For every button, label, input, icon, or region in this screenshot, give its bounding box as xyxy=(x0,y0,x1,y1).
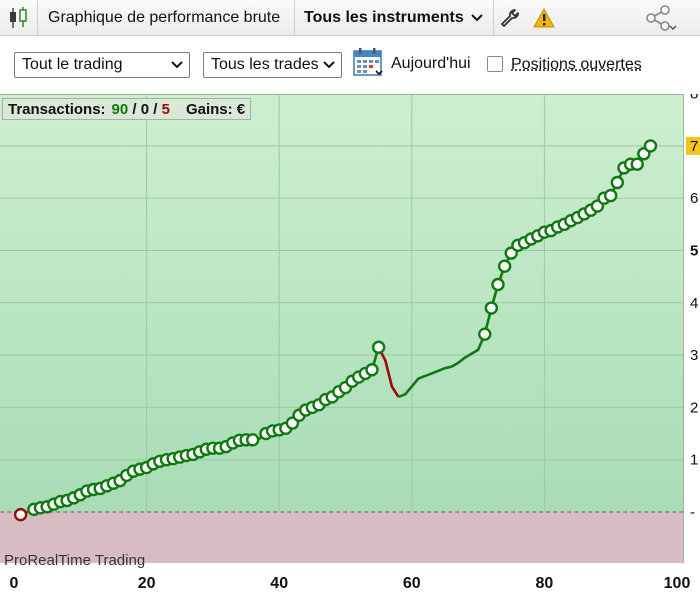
y-tick-label: 7 xyxy=(690,138,698,155)
trade-point xyxy=(630,157,644,171)
trade-point xyxy=(491,277,505,292)
share-icon[interactable] xyxy=(645,0,679,35)
trade-point-loss xyxy=(13,507,28,522)
x-tick-label: 60 xyxy=(403,575,421,592)
chevron-down-icon xyxy=(171,61,183,69)
y-tick-label: 1 xyxy=(690,452,698,469)
trade-point xyxy=(643,139,658,153)
trade-point xyxy=(371,340,386,354)
instruments-dropdown[interactable]: Tous les instruments xyxy=(304,0,484,35)
neutral-count: 0 xyxy=(140,100,150,118)
wrench-icon[interactable] xyxy=(499,0,521,35)
watermark: ProRealTime Trading xyxy=(4,552,145,569)
trade-point xyxy=(245,433,260,447)
open-positions-label[interactable]: Positions ouvertes xyxy=(511,56,642,74)
filter-bar: Tout le trading Tous les trades Aujourd'… xyxy=(0,36,700,94)
trade-point xyxy=(610,175,625,190)
trade-point xyxy=(365,363,379,377)
chevron-down-icon xyxy=(471,13,483,21)
y-tick-label: 6 xyxy=(690,190,698,207)
separator: / xyxy=(149,100,162,118)
performance-chart[interactable]: 0 20 40 60 80 100 8 7 6 5 4 3 2 1 - ProRealTime Tradi… xyxy=(0,94,700,597)
open-positions-checkbox[interactable] xyxy=(487,56,503,72)
gains-label: Gains: € xyxy=(185,100,246,118)
x-tick-label: 20 xyxy=(138,575,156,592)
x-tick-label: 100 xyxy=(664,575,691,592)
chart-title[interactable]: Graphique de performance brute xyxy=(48,0,280,35)
instruments-label: Tous les instruments xyxy=(304,8,464,26)
y-tick-label: 2 xyxy=(690,399,698,416)
candlestick-icon[interactable] xyxy=(8,0,30,35)
y-tick-label: - xyxy=(690,504,695,521)
y-tick-label: 4 xyxy=(690,295,698,312)
x-tick-label: 40 xyxy=(270,575,288,592)
transactions-label: Transactions: xyxy=(8,100,106,118)
y-tick-label: 3 xyxy=(690,347,698,364)
date-label[interactable]: Aujourd'hui xyxy=(391,55,471,73)
chart-title-label: Graphique de performance brute xyxy=(48,8,281,26)
transactions-summary: Transactions: 90 / 0 / 5 Gains: € xyxy=(2,98,252,120)
trade-point xyxy=(484,301,499,315)
chevron-down-icon xyxy=(323,61,335,69)
trade-point xyxy=(497,259,512,273)
y-axis-area xyxy=(683,94,700,563)
calendar-icon[interactable] xyxy=(353,48,385,83)
scope-select[interactable]: Tout le trading xyxy=(14,52,190,78)
trade-point xyxy=(478,327,492,341)
separator: / xyxy=(128,100,141,118)
toolbar: Graphique de performance brute Tous les … xyxy=(0,0,700,36)
x-tick-label: 80 xyxy=(536,575,554,592)
trades-select-value: Tous les trades xyxy=(211,56,319,73)
trades-select[interactable]: Tous les trades xyxy=(203,52,342,78)
losses-count: 5 xyxy=(161,100,170,118)
trade-point xyxy=(604,188,618,203)
scope-select-value: Tout le trading xyxy=(22,56,123,73)
y-tick-label: 8 xyxy=(690,94,698,103)
y-tick-label: 5 xyxy=(690,243,698,260)
warning-icon[interactable] xyxy=(533,0,555,35)
wins-count: 90 xyxy=(111,100,129,118)
x-tick-label: 0 xyxy=(10,575,19,592)
